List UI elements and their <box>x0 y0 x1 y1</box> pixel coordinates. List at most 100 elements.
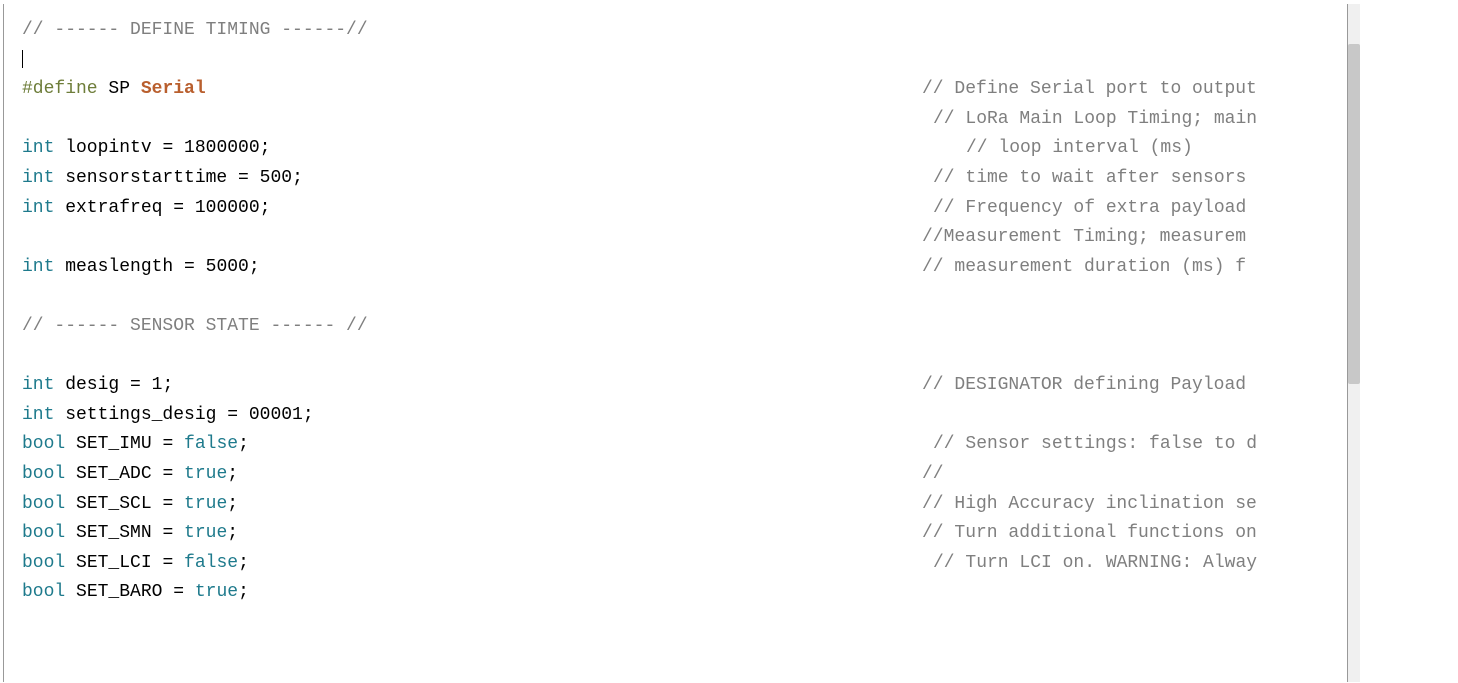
line-comment: // Turn additional functions on <box>922 519 1257 549</box>
number-literal: 1800000 <box>184 138 260 158</box>
code-line: int extrafreq = 100000; // Frequency of e… <box>22 194 1347 224</box>
bool-literal: false <box>184 553 238 573</box>
code-line <box>22 282 1347 312</box>
code-line: int desig = 1;// DESIGNATOR defining Pay… <box>22 371 1347 401</box>
equals: = <box>162 523 184 543</box>
comment: // ------ SENSOR STATE ------ // <box>22 316 368 336</box>
type-keyword: bool <box>22 582 65 602</box>
line-comment: // DESIGNATOR defining Payload <box>922 371 1246 401</box>
scrollbar-thumb[interactable] <box>1348 44 1360 384</box>
code-area[interactable]: // ------ DEFINE TIMING ------// #define… <box>4 4 1347 682</box>
code-line: //Measurement Timing; measurem <box>22 223 1347 253</box>
equals: = <box>162 434 184 454</box>
code-line: bool SET_SMN = true; // Turn additional f… <box>22 519 1347 549</box>
type-keyword: int <box>22 375 54 395</box>
equals: = <box>162 553 184 573</box>
equals: = <box>173 582 195 602</box>
preprocessor: #define <box>22 79 98 99</box>
equals: = <box>162 464 184 484</box>
number-literal: 5000 <box>206 257 249 277</box>
semicolon: ; <box>227 464 238 484</box>
code-line: int settings_desig = 00001; <box>22 401 1347 431</box>
type-keyword: bool <box>22 494 65 514</box>
macro-name: SP <box>98 79 141 99</box>
semicolon: ; <box>162 375 173 395</box>
equals: = <box>238 168 260 188</box>
var-name: sensorstarttime <box>54 168 238 188</box>
semicolon: ; <box>227 494 238 514</box>
var-name: SET_SCL <box>65 494 162 514</box>
bool-literal: true <box>184 523 227 543</box>
var-name: desig <box>54 375 130 395</box>
number-literal: 100000 <box>195 198 260 218</box>
code-line <box>22 46 1347 76</box>
code-line <box>22 342 1347 372</box>
bool-literal: true <box>195 582 238 602</box>
equals: = <box>162 494 184 514</box>
semicolon: ; <box>292 168 303 188</box>
line-comment: // Define Serial port to output <box>922 75 1257 105</box>
code-line: int loopintv = 1800000; // loop interval … <box>22 134 1347 164</box>
semicolon: ; <box>238 434 249 454</box>
line-comment: // LoRa Main Loop Timing; main <box>933 105 1257 135</box>
code-line: bool SET_IMU = false; // Sensor settings:… <box>22 430 1347 460</box>
type-keyword: int <box>22 168 54 188</box>
bool-literal: false <box>184 434 238 454</box>
type-keyword: int <box>22 138 54 158</box>
var-name: SET_BARO <box>65 582 173 602</box>
code-line: bool SET_SCL = true; // High Accuracy inc… <box>22 490 1347 520</box>
var-name: SET_SMN <box>65 523 162 543</box>
semicolon: ; <box>260 198 271 218</box>
var-name: extrafreq <box>54 198 173 218</box>
code-line: int measlength = 5000; // measurement dur… <box>22 253 1347 283</box>
equals: = <box>227 405 249 425</box>
semicolon: ; <box>227 523 238 543</box>
code-line: bool SET_BARO = true; <box>22 578 1347 608</box>
number-literal: 500 <box>260 168 292 188</box>
code-line: // LoRa Main Loop Timing; main <box>22 105 1347 135</box>
bool-literal: true <box>184 464 227 484</box>
line-comment: // Sensor settings: false to d <box>933 430 1257 460</box>
type-keyword: int <box>22 405 54 425</box>
line-comment: // measurement duration (ms) f <box>922 253 1246 283</box>
var-name: measlength <box>54 257 184 277</box>
line-comment: //Measurement Timing; measurem <box>922 223 1246 253</box>
line-comment: // loop interval (ms) <box>966 134 1193 164</box>
line-comment: // Turn LCI on. WARNING: Alway <box>933 549 1257 579</box>
code-line: // ------ SENSOR STATE ------ // <box>22 312 1347 342</box>
equals: = <box>162 138 184 158</box>
semicolon: ; <box>238 582 249 602</box>
semicolon: ; <box>249 257 260 277</box>
code-editor-frame: // ------ DEFINE TIMING ------// #define… <box>0 0 1458 683</box>
scrollbar-track[interactable] <box>1348 4 1360 682</box>
type-keyword: int <box>22 257 54 277</box>
identifier: Serial <box>141 79 206 99</box>
semicolon: ; <box>303 405 314 425</box>
type-keyword: bool <box>22 523 65 543</box>
code-line: bool SET_ADC = true;// <box>22 460 1347 490</box>
code-line: // ------ DEFINE TIMING ------// <box>22 16 1347 46</box>
var-name: settings_desig <box>54 405 227 425</box>
code-line: bool SET_LCI = false; // Turn LCI on. WAR… <box>22 549 1347 579</box>
semicolon: ; <box>260 138 271 158</box>
var-name: loopintv <box>54 138 162 158</box>
equals: = <box>130 375 152 395</box>
line-comment: // time to wait after sensors <box>933 164 1257 194</box>
bool-literal: true <box>184 494 227 514</box>
equals: = <box>173 198 195 218</box>
line-comment: // High Accuracy inclination se <box>922 490 1257 520</box>
var-name: SET_IMU <box>65 434 162 454</box>
code-line: #define SP Serial // Define Serial port t… <box>22 75 1347 105</box>
line-comment: // Frequency of extra payload <box>933 194 1257 224</box>
var-name: SET_LCI <box>65 553 162 573</box>
type-keyword: int <box>22 198 54 218</box>
text-cursor <box>22 50 23 68</box>
code-line: int sensorstarttime = 500; // time to wai… <box>22 164 1347 194</box>
semicolon: ; <box>238 553 249 573</box>
type-keyword: bool <box>22 553 65 573</box>
type-keyword: bool <box>22 434 65 454</box>
equals: = <box>184 257 206 277</box>
number-literal: 00001 <box>249 405 303 425</box>
line-comment: // <box>922 460 944 490</box>
type-keyword: bool <box>22 464 65 484</box>
